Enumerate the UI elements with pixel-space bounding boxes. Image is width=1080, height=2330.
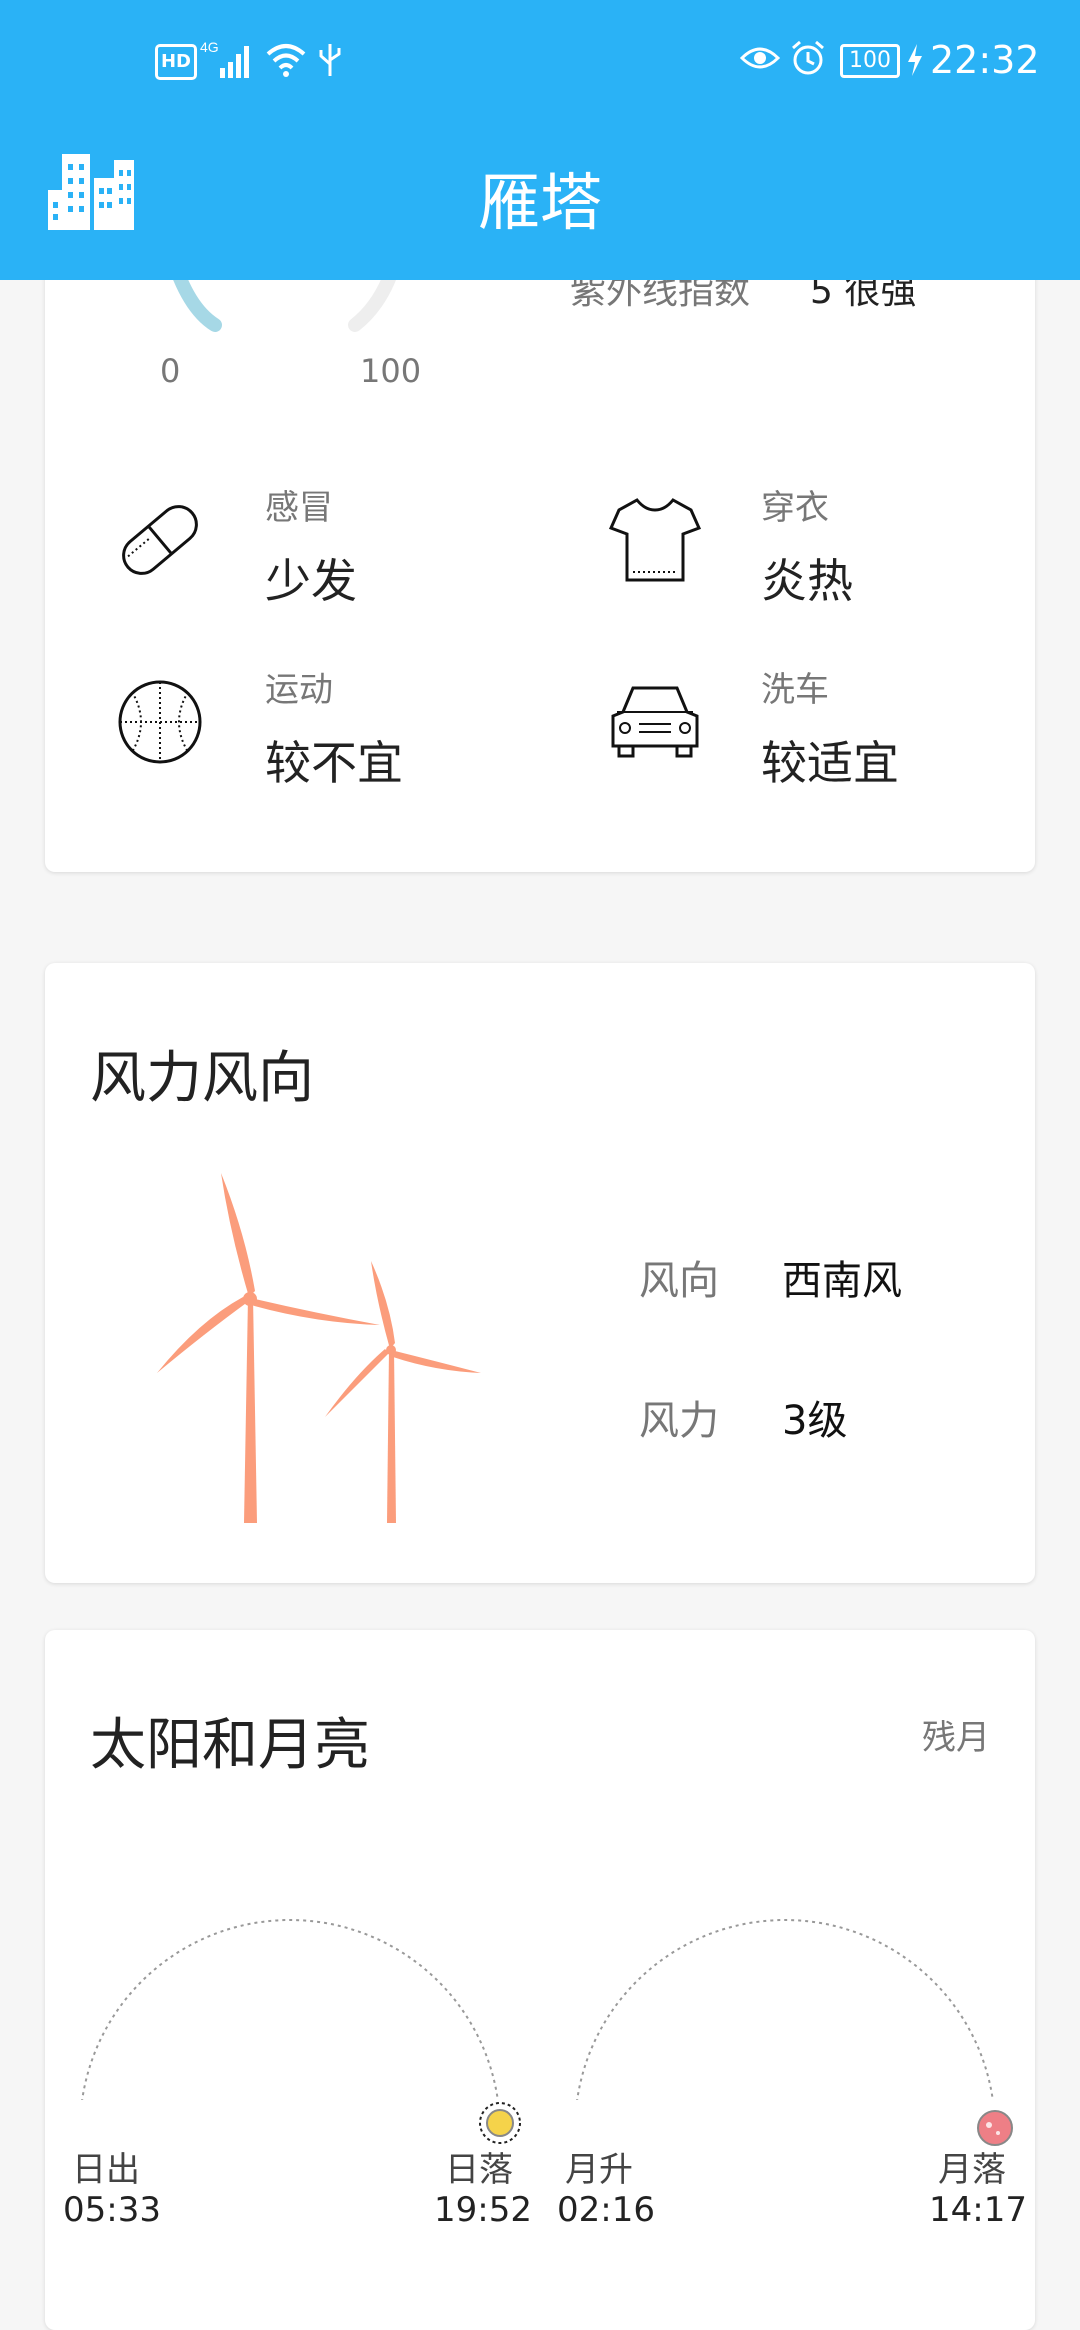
life-label-carwash: 洗车 xyxy=(761,670,829,710)
sun-moon-title: 太阳和月亮 xyxy=(90,1713,370,1778)
wind-force-label: 风力 xyxy=(639,1398,719,1444)
wind-turbine-icon xyxy=(157,1173,481,1523)
eye-icon xyxy=(740,47,780,69)
signal-icon: 4G xyxy=(200,39,249,78)
gauge-min: 0 xyxy=(160,352,181,390)
wind-force-value: 3级 xyxy=(782,1398,848,1444)
moonset-label: 月落 xyxy=(938,2150,1006,2190)
moon-phase: 残月 xyxy=(922,1718,990,1758)
charging-icon xyxy=(908,44,922,76)
hd-icon: HD xyxy=(155,44,197,80)
usb-icon xyxy=(319,44,341,76)
basketball-icon xyxy=(118,680,202,764)
life-index-card: 0 100 紫外线指数 5 很强 感冒 少发 穿衣 炎热 运动 较不宜 洗车 较… xyxy=(45,200,1035,872)
battery-icon: 100 xyxy=(840,44,900,78)
sunset-time: 19:52 xyxy=(434,2190,532,2230)
gauge-max: 100 xyxy=(360,352,422,390)
life-label-clothes: 穿衣 xyxy=(761,488,829,528)
wind-direction-value: 西南风 xyxy=(782,1258,902,1304)
life-value-clothes: 炎热 xyxy=(761,554,853,608)
wind-card: 风力风向 风向 西南风 风力 3级 xyxy=(45,963,1035,1583)
wind-direction-label: 风向 xyxy=(639,1258,719,1304)
sunrise-label: 日出 xyxy=(72,2150,140,2190)
app-header: HD 4G 100 22:32 雁塔 xyxy=(0,0,1080,280)
page-title: 雁塔 xyxy=(477,166,602,239)
moonset-time: 14:17 xyxy=(929,2190,1027,2230)
life-value-carwash: 较适宜 xyxy=(761,736,899,790)
status-time: 22:32 xyxy=(930,38,1040,82)
alarm-icon xyxy=(792,40,824,75)
life-label-cold: 感冒 xyxy=(265,488,333,528)
life-value-sport: 较不宜 xyxy=(265,736,403,790)
life-value-cold: 少发 xyxy=(265,554,357,608)
status-bar: HD 4G 100 22:32 xyxy=(0,0,1080,125)
life-label-sport: 运动 xyxy=(265,670,333,710)
wifi-icon xyxy=(266,44,306,77)
sun-moon-arcs xyxy=(81,1919,994,2100)
car-icon xyxy=(611,686,699,758)
moonrise-label: 月升 xyxy=(565,2150,633,2190)
tshirt-icon xyxy=(608,498,702,582)
sun-moon-card: 太阳和月亮 残月 日出 05:33 日落 19:52 月升 02:16 月落 1… xyxy=(45,1630,1035,2330)
moonrise-time: 02:16 xyxy=(557,2190,655,2230)
svg-text:4G: 4G xyxy=(200,39,219,55)
pill-icon xyxy=(122,505,198,575)
wind-title: 风力风向 xyxy=(90,1046,314,1111)
sun-icon xyxy=(479,2102,521,2144)
sunrise-time: 05:33 xyxy=(63,2190,161,2230)
sunset-label: 日落 xyxy=(445,2150,513,2190)
